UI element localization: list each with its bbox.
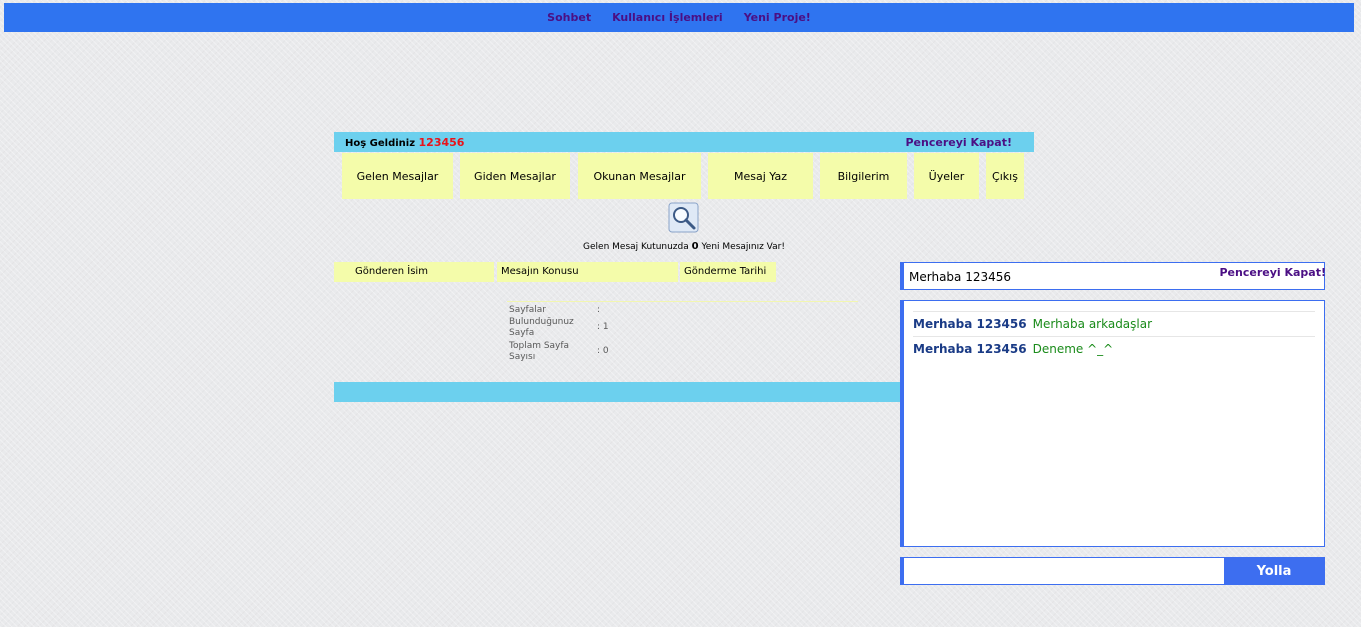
pager-label-bulundugunuz: Bulunduğunuz Sayfa [509, 317, 574, 338]
chat-header: Merhaba 123456 Pencereyi Kapat! [900, 262, 1326, 290]
inbox-status: Gelen Mesaj Kutunuzda 0 Yeni Mesajınız V… [534, 241, 834, 252]
pager-divider [507, 301, 858, 302]
chat-message: Merhaba 123456 Merhaba arkadaşlar [913, 311, 1315, 337]
pager-value-sayfalar: : [597, 305, 601, 315]
magnifier-icon [668, 202, 699, 233]
nav-sohbet[interactable]: Sohbet [547, 11, 591, 24]
col-gonderen-isim: Gönderen İsim [334, 262, 494, 282]
chat-message-sender: Merhaba 123456 [913, 342, 1027, 356]
chat-log[interactable]: Merhaba 123456 Merhaba arkadaşlar Merhaba… [900, 300, 1325, 547]
chat-close-link[interactable]: Pencereyi Kapat! [1219, 266, 1326, 279]
greeting-label: Hoş Geldiniz [345, 138, 416, 149]
chat-message-text: Deneme ^_^ [1032, 342, 1114, 356]
chat-greeting: Merhaba 123456 [909, 270, 1012, 284]
username: 123456 [418, 136, 465, 149]
chat-input-row: Yolla [900, 557, 1325, 585]
pager-label-sayfalar: Sayfalar [509, 305, 546, 315]
pager-value-bulundugunuz: : 1 [597, 322, 609, 332]
col-mesajin-konusu: Mesajın Konusu [497, 262, 678, 282]
chat-message-sender: Merhaba 123456 [913, 317, 1027, 331]
menu-uyeler[interactable]: Üyeler [914, 153, 979, 199]
pager-value-toplam: : 0 [597, 346, 609, 356]
menu-gelen-mesajlar[interactable]: Gelen Mesajlar [342, 153, 453, 199]
nav-yeni-proje[interactable]: Yeni Proje! [744, 11, 811, 24]
welcome-text: Hoş Geldiniz 123456 [345, 136, 464, 149]
inbox-prefix: Gelen Mesaj Kutunuzda [583, 242, 689, 252]
menu-bilgilerim[interactable]: Bilgilerim [820, 153, 907, 199]
col-gonderme-tarihi: Gönderme Tarihi [680, 262, 776, 282]
inbox-suffix: Yeni Mesajınız Var! [701, 242, 785, 252]
chat-message-text: Merhaba arkadaşlar [1032, 317, 1153, 331]
nav-kullanici-islemleri[interactable]: Kullanıcı İşlemleri [612, 11, 723, 24]
bottom-bar [334, 382, 900, 402]
top-nav: Sohbet Kullanıcı İşlemleri Yeni Proje! [4, 3, 1354, 32]
menu-okunan-mesajlar[interactable]: Okunan Mesajlar [578, 153, 701, 199]
menu-mesaj-yaz[interactable]: Mesaj Yaz [708, 153, 813, 199]
new-message-count: 0 [691, 241, 699, 252]
menu-cikis[interactable]: Çıkış [986, 153, 1024, 199]
menu-giden-mesajlar[interactable]: Giden Mesajlar [460, 153, 570, 199]
welcome-bar: Hoş Geldiniz 123456 Pencereyi Kapat! [334, 132, 1034, 152]
pager-label-toplam: Toplam Sayfa Sayısı [509, 341, 570, 362]
chat-message: Merhaba 123456 Deneme ^_^ [913, 336, 1315, 362]
send-button[interactable]: Yolla [1224, 558, 1324, 584]
chat-message-input[interactable] [904, 558, 1232, 584]
close-window-link[interactable]: Pencereyi Kapat! [905, 136, 1012, 149]
